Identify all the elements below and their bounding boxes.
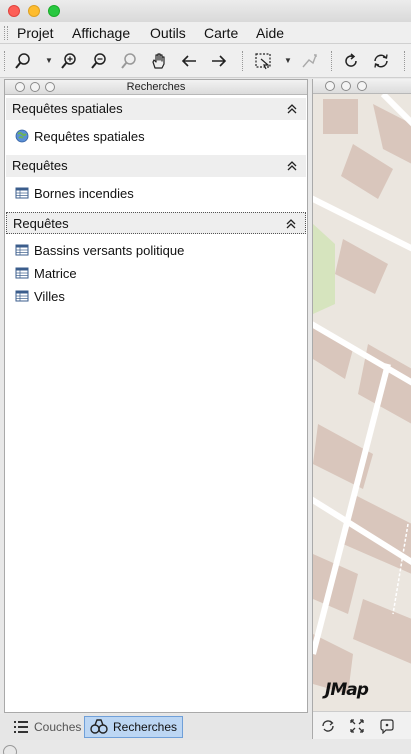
collapse-icon[interactable] (286, 218, 296, 230)
toolbar-separator (331, 51, 333, 71)
list-item-bassins-versants[interactable]: Bassins versants politique (15, 240, 184, 260)
search-binoculars-icon (90, 719, 108, 734)
section-label: Requêtes spatiales (12, 101, 123, 116)
table-icon (15, 267, 29, 279)
map-minimize-button[interactable] (341, 81, 351, 91)
chat-icon[interactable] (379, 718, 395, 734)
collapse-icon[interactable] (287, 103, 297, 115)
sync-icon[interactable] (320, 718, 336, 734)
list-item-label: Villes (34, 288, 65, 304)
select-area-button[interactable] (252, 50, 274, 72)
measure-icon (302, 54, 317, 68)
menu-projet[interactable]: Projet (17, 25, 54, 41)
toolbar-separator (242, 51, 244, 71)
menu-affichage[interactable]: Affichage (72, 25, 130, 41)
table-icon (15, 244, 29, 256)
list-item-label: Matrice (34, 265, 77, 281)
toolbar-separator (404, 51, 406, 71)
next-view-icon (212, 55, 227, 67)
table-icon (15, 290, 29, 302)
map-header (313, 79, 411, 94)
panel-header: Recherches (5, 80, 307, 95)
menu-outils[interactable]: Outils (150, 25, 186, 41)
zoom-in-button[interactable] (58, 50, 80, 72)
reload-icon (374, 54, 388, 68)
menu-aide[interactable]: Aide (256, 25, 284, 41)
zoom-tool-button[interactable] (12, 50, 34, 72)
panel-title: Recherches (126, 81, 186, 93)
pan-hand-icon (152, 53, 165, 69)
map-close-button[interactable] (325, 81, 335, 91)
table-icon (15, 187, 29, 199)
select-area-icon (255, 53, 271, 70)
status-spinner-icon (3, 745, 17, 754)
zoom-full-icon (121, 53, 136, 69)
expand-icon[interactable] (349, 718, 365, 734)
list-item-label: Requêtes spatiales (34, 128, 145, 144)
toolbar: ▼ ▼ (0, 44, 411, 78)
zoom-in-icon (61, 53, 76, 69)
statusbar (0, 740, 411, 754)
tab-couches[interactable]: Couches (8, 716, 86, 738)
list-item-matrice[interactable]: Matrice (15, 263, 77, 283)
reload-button[interactable] (370, 50, 392, 72)
menubar-grip[interactable] (4, 26, 8, 40)
globe-icon (15, 129, 29, 143)
tab-recherches[interactable]: Recherches (84, 716, 184, 738)
zoom-out-icon (91, 53, 106, 69)
map-maximize-button[interactable] (357, 81, 367, 91)
list-item-spatial-queries[interactable]: Requêtes spatiales (15, 126, 145, 146)
next-view-button[interactable] (208, 50, 230, 72)
map-tiles (313, 94, 411, 711)
searches-panel: Recherches Requêtes spatiales Requêtes s… (4, 79, 308, 713)
zoom-full-button[interactable] (118, 50, 140, 72)
window-close-button[interactable] (8, 5, 20, 17)
collapse-icon[interactable] (287, 160, 297, 172)
list-item-villes[interactable]: Villes (15, 286, 65, 306)
refresh-button[interactable] (340, 50, 362, 72)
tab-couches-label: Couches (34, 720, 82, 734)
section-label: Requêtes (12, 158, 68, 173)
list-item-label: Bornes incendies (34, 185, 134, 201)
section-header-spatial[interactable]: Requêtes spatiales (6, 98, 306, 120)
section-header-queries-1[interactable]: Requêtes (6, 155, 306, 177)
zoom-out-button[interactable] (88, 50, 110, 72)
list-item-bornes-incendies[interactable]: Bornes incendies (15, 183, 134, 203)
window-maximize-button[interactable] (48, 5, 60, 17)
list-item-label: Bassins versants politique (34, 242, 185, 258)
window-titlebar (0, 0, 411, 22)
window-minimize-button[interactable] (28, 5, 40, 17)
previous-view-icon (181, 55, 196, 67)
layers-list-icon (14, 721, 28, 733)
previous-view-button[interactable] (178, 50, 200, 72)
refresh-icon (345, 53, 357, 67)
pan-button[interactable] (148, 50, 170, 72)
measure-button[interactable] (298, 50, 320, 72)
zoom-dropdown-icon[interactable]: ▼ (45, 56, 53, 65)
zoom-tool-icon (15, 53, 30, 69)
map-controls (313, 711, 411, 739)
bottom-tabs: Couches Recherches (0, 714, 311, 740)
select-dropdown-icon[interactable]: ▼ (284, 56, 292, 65)
toolbar-grip[interactable] (4, 51, 6, 71)
tab-recherches-label: Recherches (113, 720, 178, 734)
menu-carte[interactable]: Carte (204, 25, 238, 41)
section-label: Requêtes (13, 216, 69, 231)
menubar: Projet Affichage Outils Carte Aide (0, 22, 411, 44)
section-header-queries-2[interactable]: Requêtes (6, 212, 306, 234)
jmap-logo: JMap (325, 680, 369, 700)
map-view[interactable]: JMap (312, 79, 411, 739)
